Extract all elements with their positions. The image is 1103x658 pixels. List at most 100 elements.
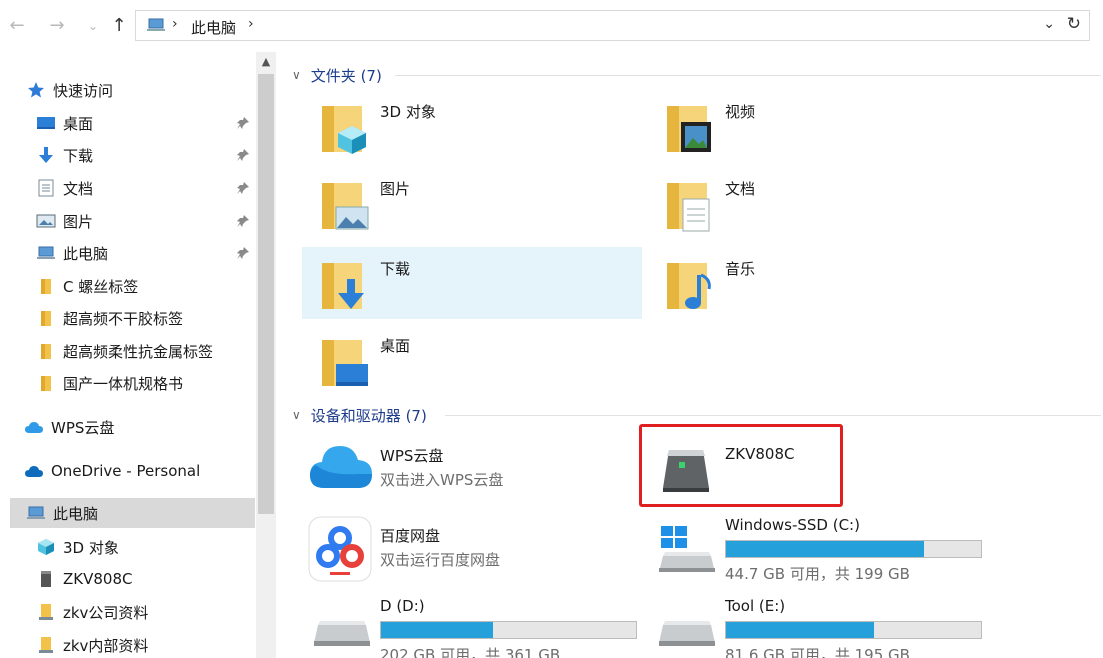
wps-cloud-icon [310, 446, 372, 488]
sidebar-item-label: 文档 [63, 179, 94, 198]
tile-name: 音乐 [725, 260, 756, 278]
drive-tile-c[interactable]: Windows-SSD (C:) 44.7 GB 可用，共 199 GB [647, 514, 987, 590]
sidebar-item-folder[interactable]: zkv内部资料 [36, 630, 148, 658]
sidebar-item-wps-cloud[interactable]: WPS云盘 [24, 412, 114, 442]
sidebar-item-pictures[interactable]: 图片 [36, 206, 93, 236]
sidebar-item-label: zkv公司资料 [63, 603, 149, 622]
sidebar-item-documents[interactable]: 文档 [36, 173, 93, 203]
sidebar-item-label: C 螺丝标签 [63, 277, 139, 296]
folder-tile-music[interactable]: 音乐 [647, 247, 987, 319]
pin-icon[interactable] [236, 214, 250, 228]
drive-name: D (D:) [380, 597, 425, 615]
tile-description: 双击运行百度网盘 [380, 551, 501, 569]
group-title: 设备和驱动器 (7) [310, 406, 427, 425]
computer-icon [36, 244, 56, 262]
tile-name: 下载 [380, 260, 411, 278]
sidebar-item-download[interactable]: 下载 [36, 140, 93, 170]
tile-name: 百度网盘 [380, 527, 441, 545]
content-pane: ∨ 文件夹 (7) 3D 对象 视频 图片 文档 下载 音乐 桌面 ∨ 设备和驱… [277, 52, 1103, 658]
sidebar-item-label: WPS云盘 [51, 418, 115, 437]
network-folder-icon [36, 636, 56, 654]
desktop-icon [36, 114, 56, 132]
folder-tile-documents[interactable]: 文档 [647, 167, 987, 239]
pin-icon[interactable] [236, 116, 250, 130]
sidebar-item-label: 桌面 [63, 114, 94, 133]
sidebar-item-desktop[interactable]: 桌面 [36, 108, 93, 138]
folder-tile-pictures[interactable]: 图片 [302, 167, 642, 239]
drive-tile-e[interactable]: Tool (E:) 81.6 GB 可用，共 195 GB [647, 595, 987, 658]
device-tile-wps-cloud[interactable]: WPS云盘 双击进入WPS云盘 [302, 434, 642, 506]
drive-tower-icon [36, 570, 56, 588]
documents-folder-icon [667, 183, 710, 232]
sidebar-item-label: 超高频不干胶标签 [63, 309, 184, 328]
sidebar-item-label: 此电脑 [63, 244, 109, 263]
folder-tile-desktop[interactable]: 桌面 [302, 324, 642, 396]
breadcrumb-chevron-icon[interactable]: › [248, 16, 254, 32]
3d-cube-icon [36, 538, 56, 556]
sidebar-item-folder[interactable]: C 螺丝标签 [36, 271, 138, 301]
breadcrumb-this-pc[interactable]: 此电脑 [191, 17, 236, 38]
drive-usage-bar [725, 540, 982, 558]
scroll-thumb[interactable] [258, 74, 274, 514]
drive-space-text: 44.7 GB 可用，共 199 GB [725, 565, 910, 583]
3d-objects-folder-icon [322, 106, 366, 154]
music-folder-icon [667, 263, 711, 309]
sidebar-item-quick-access[interactable]: 快速访问 [26, 75, 113, 105]
videos-folder-icon [667, 106, 711, 152]
address-bar[interactable]: › 此电脑 › ⌄ ↻ [135, 10, 1090, 41]
sidebar-item-folder[interactable]: 超高频不干胶标签 [36, 303, 183, 333]
recent-locations-chevron-icon[interactable]: ⌄ [82, 14, 104, 38]
forward-arrow-icon[interactable]: → [46, 14, 68, 38]
breadcrumb-separator-icon[interactable]: › [172, 16, 178, 32]
sidebar-item-this-pc-pinned[interactable]: 此电脑 [36, 238, 108, 268]
group-title: 文件夹 (7) [310, 66, 382, 85]
up-arrow-icon[interactable]: ↑ [108, 14, 130, 38]
navigation-pane: 快速访问 桌面 下载 文档 图片 此电脑 C 螺丝标签 超高频不干胶标签 超高频… [0, 52, 255, 658]
collapse-chevron-icon[interactable]: ∨ [292, 68, 301, 82]
computer-icon [26, 504, 46, 522]
folder-icon [36, 374, 56, 392]
folder-tile-videos[interactable]: 视频 [647, 90, 987, 162]
pin-icon[interactable] [236, 246, 250, 260]
sidebar-scrollbar[interactable]: ▲ [256, 52, 276, 658]
sidebar-item-label: 图片 [63, 212, 94, 231]
group-divider [445, 415, 1101, 416]
sidebar-item-onedrive[interactable]: OneDrive - Personal [24, 456, 200, 486]
pin-icon[interactable] [236, 181, 250, 195]
scroll-up-arrow-icon[interactable]: ▲ [256, 52, 276, 72]
sidebar-item-label: 国产一体机规格书 [63, 374, 184, 393]
downloads-folder-icon [322, 263, 364, 309]
sidebar-item-folder[interactable]: 国产一体机规格书 [36, 368, 183, 398]
refresh-icon[interactable]: ↻ [1067, 14, 1081, 34]
sidebar-item-label: 快速访问 [53, 81, 114, 100]
folder-tile-3d-objects[interactable]: 3D 对象 [302, 90, 642, 162]
tile-description: 双击进入WPS云盘 [380, 471, 504, 489]
hard-drive-icon [314, 621, 370, 646]
folder-tile-downloads[interactable]: 下载 [302, 247, 642, 319]
tile-name: 视频 [725, 103, 756, 121]
drive-usage-bar [725, 621, 982, 639]
windows-drive-icon [659, 526, 715, 572]
device-tile-baidu-netdisk[interactable]: 百度网盘 双击运行百度网盘 [302, 514, 642, 586]
pin-icon[interactable] [236, 148, 250, 162]
drive-space-text: 202 GB 可用，共 361 GB [380, 646, 561, 658]
drive-usage-bar [380, 621, 637, 639]
address-dropdown-icon[interactable]: ⌄ [1043, 16, 1055, 32]
sidebar-item-this-pc[interactable]: 此电脑 [10, 498, 255, 528]
sidebar-item-label: 下载 [63, 146, 94, 165]
drive-name: Windows-SSD (C:) [725, 516, 860, 534]
hard-drive-icon [659, 621, 715, 646]
group-header-folders[interactable]: ∨ 文件夹 (7) [292, 64, 382, 86]
group-header-devices[interactable]: ∨ 设备和驱动器 (7) [292, 404, 427, 426]
tile-name: 3D 对象 [380, 103, 436, 121]
sidebar-item-folder[interactable]: zkv公司资料 [36, 597, 148, 627]
annotation-highlight-box [639, 424, 843, 507]
collapse-chevron-icon[interactable]: ∨ [292, 408, 301, 422]
back-arrow-icon[interactable]: ← [6, 14, 28, 38]
sidebar-item-zkv808c[interactable]: ZKV808C [36, 564, 132, 594]
drive-tile-d[interactable]: D (D:) 202 GB 可用，共 361 GB [302, 595, 642, 658]
sidebar-item-folder[interactable]: 超高频柔性抗金属标签 [36, 336, 213, 366]
sidebar-item-3d-objects[interactable]: 3D 对象 [36, 532, 119, 562]
baidu-netdisk-icon [308, 516, 372, 582]
computer-icon [147, 18, 165, 31]
